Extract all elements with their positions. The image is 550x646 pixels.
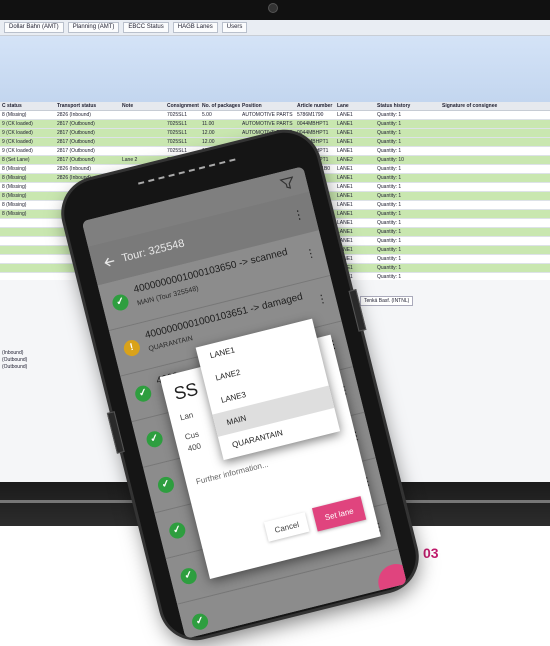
further-information-field[interactable]: Further information... <box>195 460 269 487</box>
back-arrow-icon[interactable] <box>101 253 118 270</box>
filter-icon[interactable] <box>279 175 296 192</box>
phone-device: Tour: 325548 ⋮ ✓ 4000000001000103650 -> s… <box>57 125 423 645</box>
check-icon: ✓ <box>144 429 165 449</box>
phone-side-button-left <box>106 411 125 454</box>
check-icon: ✓ <box>110 292 131 313</box>
dialog-title: SS <box>171 378 200 404</box>
check-icon: ✓ <box>179 566 199 586</box>
phone-overlay: Tour: 325548 ⋮ ✓ 4000000001000103650 -> s… <box>0 0 550 645</box>
check-icon: ✓ <box>156 475 176 495</box>
set-lane-button[interactable]: Set lane <box>311 496 367 532</box>
dialog-lane-label: Lan <box>179 410 195 423</box>
cancel-button[interactable]: Cancel <box>263 512 310 542</box>
tour-title: Tour: 325548 <box>120 237 186 265</box>
check-icon: ✓ <box>167 520 188 541</box>
dialog-number: 400 <box>186 441 202 454</box>
phone-screen: Tour: 325548 ⋮ ✓ 4000000001000103650 -> s… <box>81 166 407 639</box>
check-icon: ✓ <box>190 611 210 632</box>
check-icon: ✓ <box>133 383 153 404</box>
more-vert-icon[interactable]: ⋮ <box>304 246 318 261</box>
warning-icon: ! <box>122 338 142 358</box>
more-vert-icon[interactable]: ⋮ <box>291 207 306 223</box>
phone-speaker-grille <box>138 158 237 187</box>
more-vert-icon[interactable]: ⋮ <box>315 291 329 306</box>
dialog-customer-label: Cus <box>183 429 200 442</box>
phone-side-button-right <box>348 289 367 332</box>
